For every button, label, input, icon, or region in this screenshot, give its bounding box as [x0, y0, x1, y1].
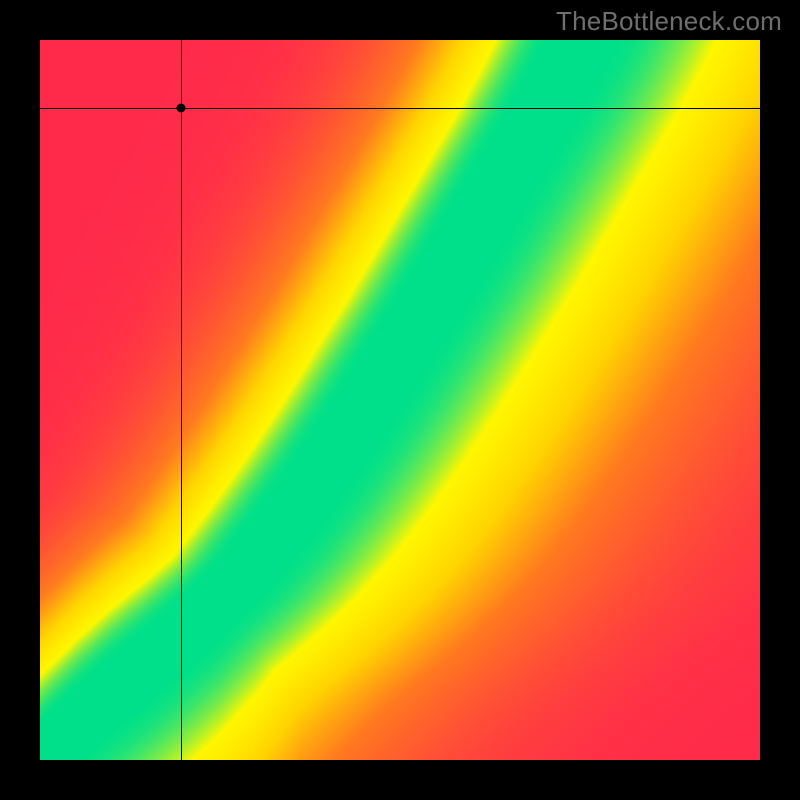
- crosshair-point: [177, 103, 186, 112]
- chart-frame: TheBottleneck.com: [0, 0, 800, 800]
- crosshair-vertical: [181, 40, 182, 760]
- watermark-text: TheBottleneck.com: [556, 6, 782, 37]
- bottleneck-heatmap: [40, 40, 760, 760]
- crosshair-horizontal: [40, 108, 760, 109]
